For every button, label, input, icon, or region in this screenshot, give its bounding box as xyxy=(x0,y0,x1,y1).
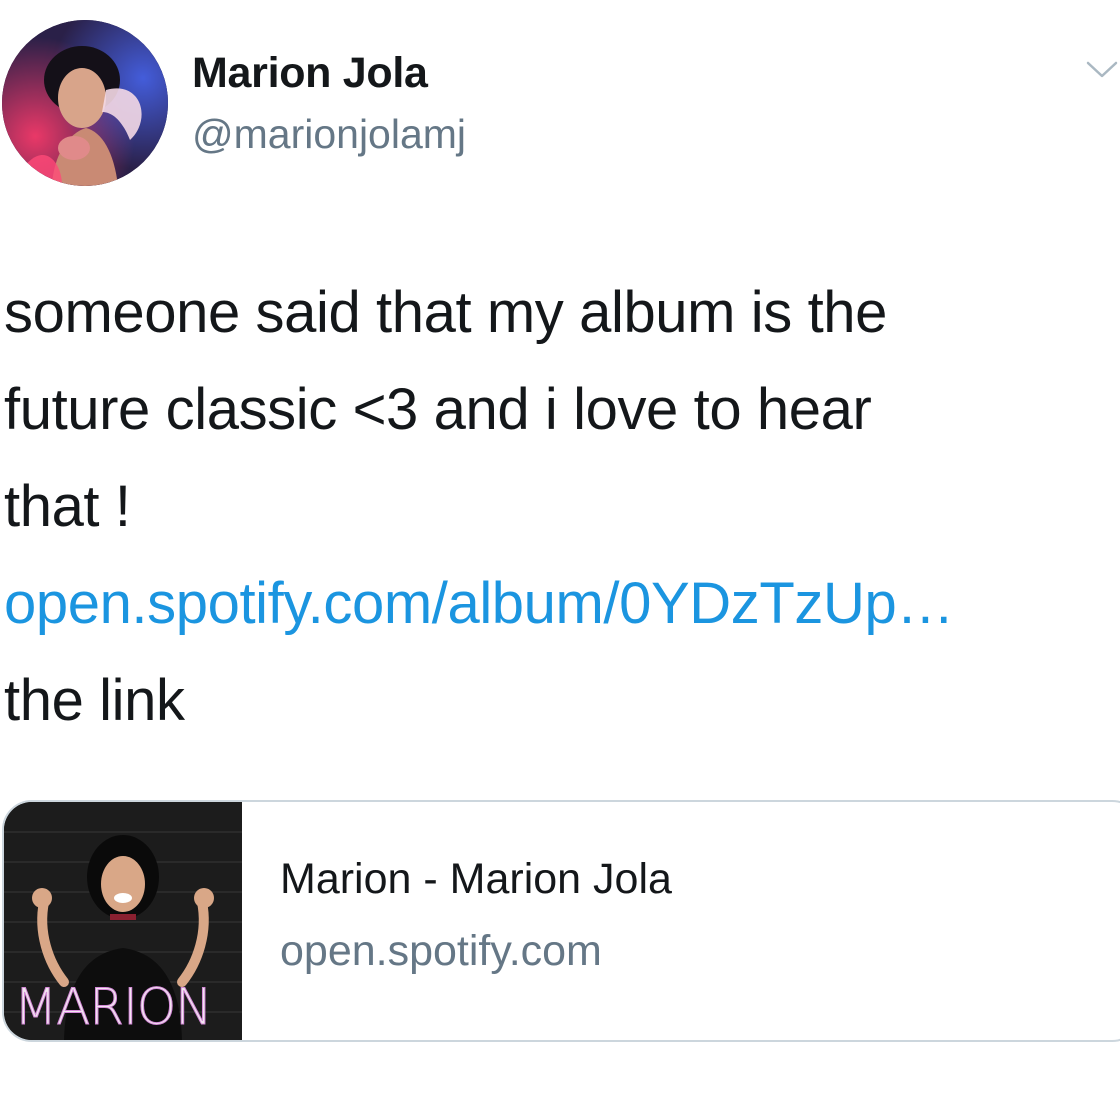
avatar[interactable] xyxy=(2,20,168,186)
tweet-text-line: that ! xyxy=(4,474,131,539)
card-domain: open.spotify.com xyxy=(280,927,602,975)
tweet-text-line: future classic <3 and i love to hear xyxy=(4,377,872,442)
tweet-text-line: the link xyxy=(4,668,185,733)
chevron-down-icon[interactable] xyxy=(1084,54,1120,84)
author-handle[interactable]: @marionjolamj xyxy=(192,111,466,157)
avatar-image xyxy=(2,20,168,186)
card-title[interactable]: Marion - Marion Jola xyxy=(280,855,672,903)
album-wordmark: MARION xyxy=(14,978,214,1036)
tweet-text: someone said that my album is the future… xyxy=(4,264,1116,749)
link-preview-card[interactable]: MARION Marion - Marion Jola open.spotify… xyxy=(2,800,1120,1042)
spotify-album-link[interactable]: open.spotify.com/album/0YDzTzUp… xyxy=(4,571,954,636)
author-display-name[interactable]: Marion Jola xyxy=(192,49,428,97)
album-cover-thumbnail: MARION xyxy=(4,802,242,1040)
tweet-text-line: someone said that my album is the xyxy=(4,280,888,345)
